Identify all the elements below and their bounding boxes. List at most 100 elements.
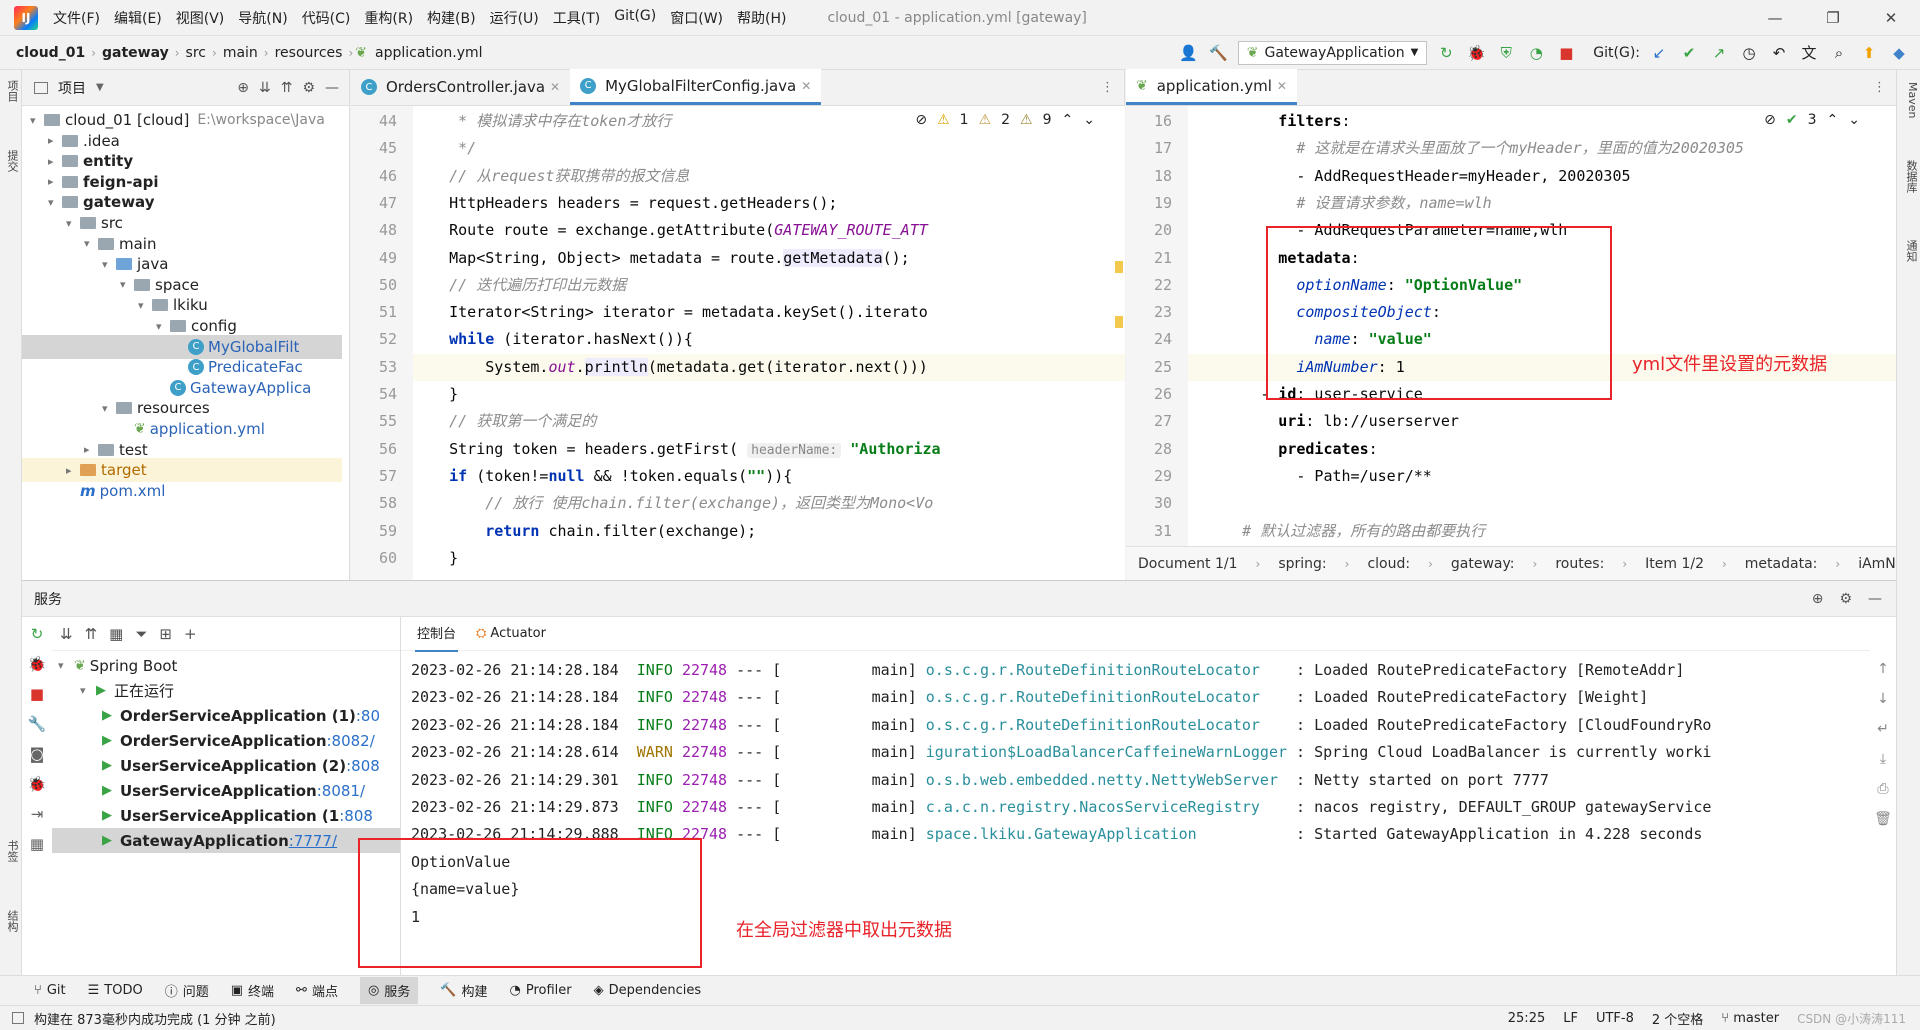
tool-tab[interactable]: ◎ 服务 [359, 977, 419, 1004]
chevron-icon[interactable]: ▸ [48, 134, 62, 147]
chevron-icon[interactable]: ▾ [156, 320, 170, 333]
hide-icon[interactable]: — [1868, 591, 1882, 607]
scroll-end-icon[interactable]: ⤓ [1880, 751, 1886, 767]
inspection-widget[interactable]: ⊘ ⚠ 1 ⚠ 2 ⚠ 9 ⌃ ⌄ [915, 112, 1095, 128]
yaml-path-item[interactable]: routes: [1555, 556, 1604, 572]
tab-orders-controller[interactable]: C OrdersController.java ✕ [351, 69, 570, 105]
cursor-position[interactable]: 25:25 [1508, 1011, 1545, 1026]
breadcrumb-item[interactable]: application.yml [371, 45, 487, 61]
chevron-icon[interactable]: ▾ [120, 278, 134, 291]
chevron-icon[interactable]: ▾ [84, 237, 98, 250]
maximize-icon[interactable]: ❐ [1804, 9, 1862, 27]
debug-icon[interactable]: 🐞 [28, 775, 47, 793]
yaml-path-item[interactable]: spring: [1278, 556, 1326, 572]
git-commit-icon[interactable]: ✔ [1678, 42, 1700, 64]
chevron-down-icon[interactable]: ⌄ [1848, 112, 1860, 128]
camera-icon[interactable]: ◙ [30, 745, 45, 763]
chevron-icon[interactable]: ▸ [66, 464, 80, 477]
tool-tab-notifications[interactable]: 通知 [1901, 240, 1919, 262]
tool-tab[interactable]: ☰ TODO [88, 983, 143, 998]
service-port-link[interactable]: :8081/ [317, 782, 365, 800]
user-icon[interactable]: 👤 [1178, 42, 1200, 64]
arrow-down-icon[interactable]: ↓ [1877, 691, 1889, 707]
minimize-icon[interactable]: — [1746, 9, 1804, 27]
service-item[interactable]: ▶ UserServiceApplication (1:808 [52, 803, 400, 828]
stop-icon[interactable]: ■ [30, 685, 44, 703]
tool-tab[interactable]: ⚯ 端点 [296, 981, 338, 1000]
tab-console[interactable]: 控制台 [415, 615, 459, 652]
tab-my-global-filter-config[interactable]: C MyGlobalFilterConfig.java ✕ [570, 69, 822, 105]
menu-item[interactable]: 代码(C) [295, 8, 358, 28]
collapse-all-icon[interactable]: ⇈ [281, 80, 293, 96]
service-item[interactable]: ▶ OrderServiceApplication:8082/ [52, 728, 400, 753]
tool-tab-structure[interactable]: 结构 [2, 910, 20, 932]
tool-tab[interactable]: ▣ 终端 [231, 981, 274, 1000]
tree-item[interactable]: m pom.xml [66, 479, 349, 503]
branch-widget[interactable]: ⑂ master [1721, 1011, 1779, 1026]
service-item[interactable]: ▶ UserServiceApplication:8081/ [52, 778, 400, 803]
tool-tab[interactable]: ◔ Profiler [510, 983, 572, 998]
coverage-icon[interactable]: ⛨ [1495, 42, 1517, 64]
add-icon[interactable]: + [184, 625, 197, 643]
collapse-all-icon[interactable]: ⇈ [85, 625, 98, 643]
yaml-path-item[interactable]: gateway: [1451, 556, 1515, 572]
service-port-link[interactable]: :7777/ [289, 832, 337, 850]
service-port-link[interactable]: :80 [356, 707, 380, 725]
trash-icon[interactable]: 🗑 [1874, 811, 1892, 827]
locate-icon[interactable]: ⊕ [237, 80, 249, 96]
close-icon[interactable]: ✕ [1277, 79, 1287, 93]
chevron-icon[interactable]: ▸ [48, 155, 62, 168]
breadcrumb-item[interactable]: src [182, 45, 210, 61]
yaml-path-item[interactable]: Document 1/1 [1138, 556, 1238, 572]
translate-icon[interactable]: 文 [1798, 42, 1820, 64]
menu-item[interactable]: 编辑(E) [107, 8, 169, 28]
service-item[interactable]: ▶ OrderServiceApplication (1):80 [52, 703, 400, 728]
filter-icon[interactable]: ⏷ [135, 625, 147, 643]
close-icon[interactable]: ✕ [550, 80, 560, 94]
git-push-icon[interactable]: ↗ [1708, 42, 1730, 64]
menu-item[interactable]: 窗口(W) [663, 8, 730, 28]
soft-wrap-icon[interactable]: ↵ [1877, 721, 1889, 737]
breadcrumb-item[interactable]: cloud_01 [12, 45, 89, 61]
chevron-icon[interactable]: ▸ [84, 443, 98, 456]
tool-tab[interactable]: ◈ Dependencies [594, 983, 702, 998]
yaml-path-item[interactable]: cloud: [1367, 556, 1410, 572]
chevron-icon[interactable]: ▾ [30, 114, 44, 127]
chevron-up-icon[interactable]: ⌃ [1062, 112, 1074, 128]
menu-item[interactable]: 构建(B) [420, 8, 483, 28]
menu-item[interactable]: 重构(R) [357, 8, 420, 28]
yaml-path-item[interactable]: metadata: [1745, 556, 1818, 572]
chevron-icon[interactable]: ▾ [138, 299, 152, 312]
debug-icon[interactable]: 🐞 [1465, 42, 1487, 64]
gear-icon[interactable]: ⚙ [1839, 591, 1852, 607]
arrow-up-icon[interactable]: ↑ [1877, 661, 1889, 677]
menu-item[interactable]: 文件(F) [46, 8, 107, 28]
chevron-icon[interactable]: ▾ [102, 402, 116, 415]
service-item[interactable]: ▶ GatewayApplication:7777/ [52, 828, 400, 853]
service-item[interactable]: ▶ UserServiceApplication (2):808 [52, 753, 400, 778]
yaml-path-item[interactable]: iAmNumber: [1858, 556, 1896, 572]
service-port-link[interactable]: :8082/ [327, 732, 375, 750]
tab-application-yml[interactable]: ❦ application.yml ✕ [1126, 69, 1297, 105]
service-item[interactable]: ▾ ❦ Spring Boot [52, 653, 400, 678]
login-icon[interactable]: ⇥ [31, 805, 44, 823]
close-window-icon[interactable]: ✕ [1862, 9, 1920, 27]
file-encoding[interactable]: UTF-8 [1596, 1011, 1634, 1026]
menu-item[interactable]: 导航(N) [231, 8, 294, 28]
chevron-up-icon[interactable]: ⌃ [1827, 112, 1839, 128]
rollback-icon[interactable]: ↶ [1768, 42, 1790, 64]
expand-all-icon[interactable]: ⇊ [259, 80, 271, 96]
chevron-icon[interactable]: ▸ [48, 175, 62, 188]
new-tab-icon[interactable]: ⊞ [159, 625, 172, 643]
line-separator[interactable]: LF [1563, 1011, 1578, 1026]
expand-all-icon[interactable]: ⇊ [60, 625, 73, 643]
chevron-down-icon[interactable]: ⌄ [1083, 112, 1095, 128]
rerun-icon[interactable]: ↻ [31, 625, 44, 643]
gear-icon[interactable]: ⚙ [302, 80, 315, 96]
print-icon[interactable]: ⎙ [1877, 781, 1888, 797]
tool-tab-bookmarks[interactable]: 书签 [2, 840, 20, 862]
chevron-icon[interactable]: ▾ [80, 684, 96, 697]
wrench-icon[interactable]: 🔧 [28, 715, 47, 733]
search-icon[interactable]: ⌕ [1828, 42, 1850, 64]
chevron-down-icon[interactable]: ▼ [96, 82, 104, 93]
